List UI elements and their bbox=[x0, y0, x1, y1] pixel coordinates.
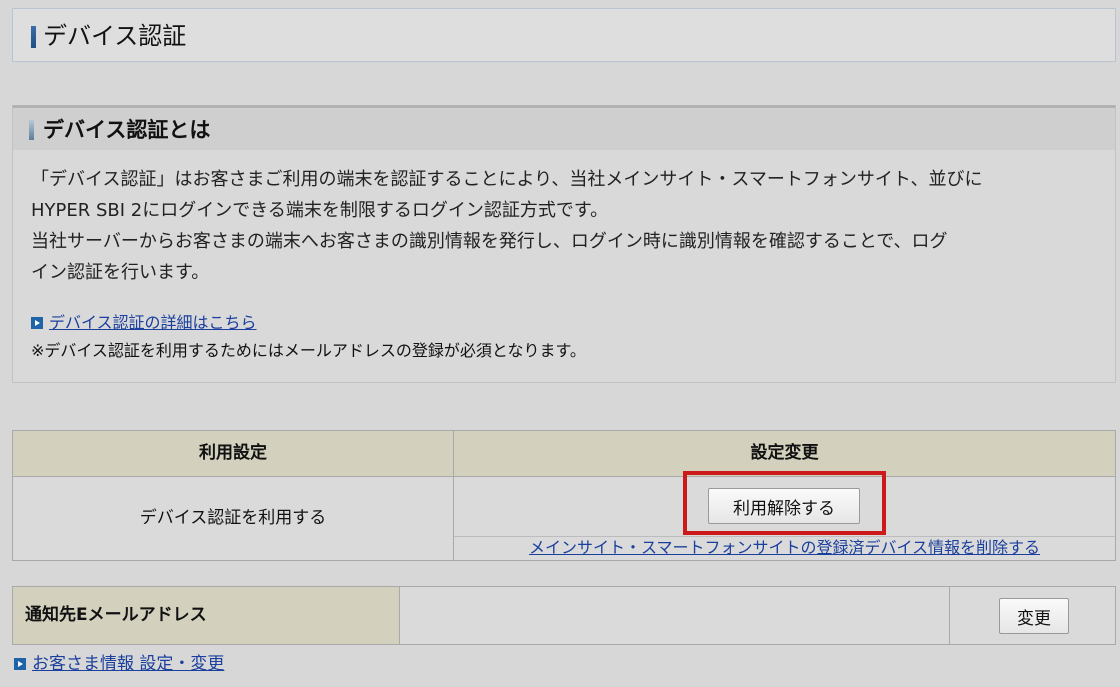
change-column-header: 設定変更 bbox=[750, 443, 819, 463]
email-label-cell: 通知先Eメールアドレス bbox=[13, 587, 400, 644]
email-label: 通知先Eメールアドレス bbox=[25, 605, 207, 625]
email-divider bbox=[949, 587, 950, 644]
about-section-header: デバイス認証とは bbox=[13, 108, 1115, 150]
title-marker-icon bbox=[31, 26, 36, 48]
delete-device-info-link[interactable]: メインサイト・スマートフォンサイトの登録済デバイス情報を削除する bbox=[529, 538, 1040, 557]
about-section-heading: デバイス認証とは bbox=[43, 118, 211, 142]
about-description-line: HYPER SBI 2にログインできる端末を制限するログイン認証方式です。 bbox=[31, 200, 609, 221]
email-required-note: ※デバイス認証を利用するためにはメールアドレスの登録が必須となります。 bbox=[31, 341, 586, 360]
section-marker-icon bbox=[29, 120, 34, 140]
about-description-line: イン認証を行います。 bbox=[31, 262, 210, 283]
about-description-line: 「デバイス認証」はお客さまご利用の端末を認証することにより、当社メインサイト・ス… bbox=[31, 169, 983, 190]
device-auth-detail-link[interactable]: デバイス認証の詳細はこちら bbox=[49, 313, 257, 332]
customer-info-link-row: お客さま情報 設定・変更 bbox=[14, 651, 224, 677]
detail-link-row: デバイス認証の詳細はこちら bbox=[31, 310, 257, 336]
customer-info-settings-link[interactable]: お客さま情報 設定・変更 bbox=[32, 654, 224, 674]
arrow-right-square-icon bbox=[14, 658, 26, 670]
about-section: デバイス認証とは 「デバイス認証」はお客さまご利用の端末を認証することにより、当… bbox=[12, 105, 1116, 383]
change-email-button[interactable]: 変更 bbox=[999, 598, 1069, 634]
settings-table-header: 利用設定 設定変更 bbox=[13, 431, 1115, 477]
settings-table: 利用設定 設定変更 デバイス認証を利用する 利用解除する メインサイト・スマート… bbox=[12, 430, 1116, 561]
email-table: 通知先Eメールアドレス 変更 bbox=[12, 586, 1116, 645]
highlight-box bbox=[683, 471, 886, 535]
usage-status-value: デバイス認証を利用する bbox=[139, 508, 327, 528]
about-description-line: 当社サーバーからお客さまの端末へお客さまの識別情報を発行し、ログイン時に識別情報… bbox=[31, 231, 948, 252]
arrow-right-square-icon bbox=[31, 317, 43, 329]
page-title-box: デバイス認証 bbox=[12, 8, 1116, 62]
page-title: デバイス認証 bbox=[43, 22, 187, 50]
delete-device-info-row: メインサイト・スマートフォンサイトの登録済デバイス情報を削除する bbox=[454, 536, 1115, 561]
usage-column-header: 利用設定 bbox=[199, 443, 267, 463]
about-description: 「デバイス認証」はお客さまご利用の端末を認証することにより、当社メインサイト・ス… bbox=[31, 164, 1101, 288]
